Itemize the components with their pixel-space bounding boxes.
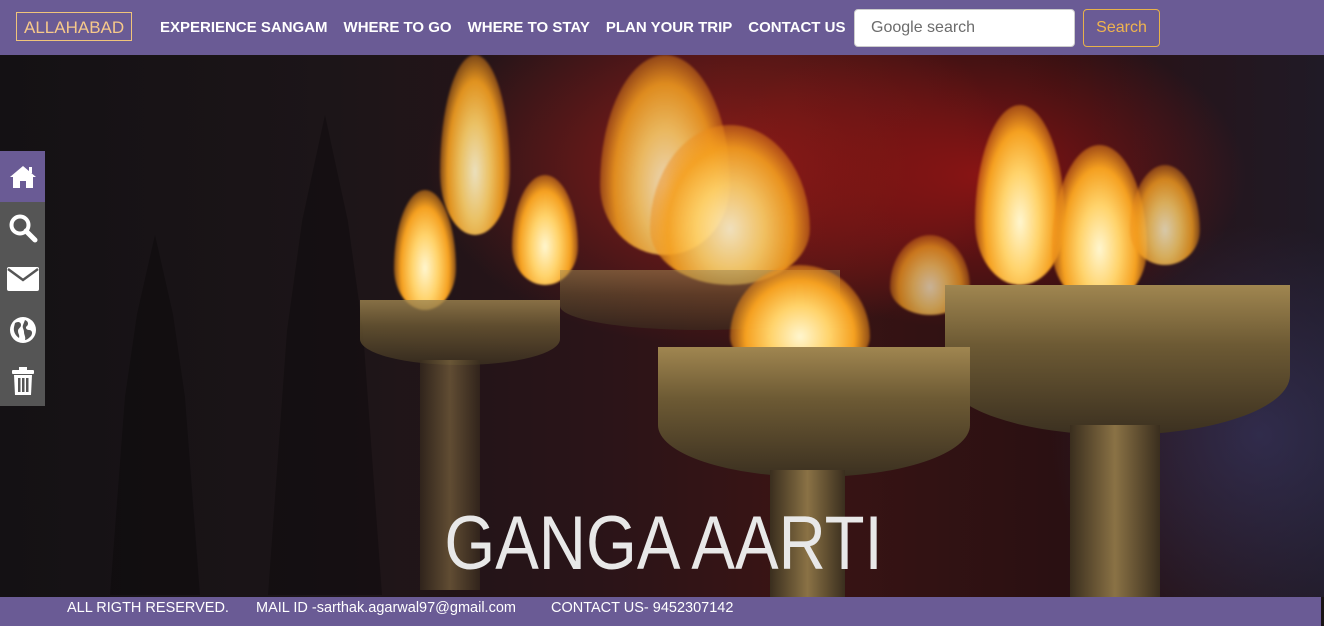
- search-icon: [9, 214, 37, 242]
- footer-rights: ALL RIGTH RESERVED.: [67, 600, 229, 616]
- side-toolbar: [0, 151, 45, 406]
- nav-experience-sangam[interactable]: EXPERIENCE SANGAM: [160, 19, 328, 36]
- trash-icon: [11, 366, 34, 395]
- nav-contact-us[interactable]: CONTACT US: [748, 19, 845, 36]
- brand-logo[interactable]: ALLAHABAD: [16, 12, 133, 41]
- globe-icon: [9, 316, 36, 343]
- footer: ALL RIGTH RESERVED. MAIL ID -sarthak.aga…: [0, 597, 1321, 626]
- nav-plan-your-trip[interactable]: PLAN YOUR TRIP: [606, 19, 732, 36]
- top-navbar: ALLAHABAD EXPERIENCE SANGAM WHERE TO GO …: [0, 0, 1324, 55]
- footer-mail: MAIL ID -sarthak.agarwal97@gmail.com: [256, 600, 516, 616]
- sidebar-item-globe[interactable]: [0, 304, 45, 355]
- footer-contact: CONTACT US- 9452307142: [551, 600, 734, 616]
- mail-icon: [6, 266, 39, 291]
- main-nav: EXPERIENCE SANGAM WHERE TO GO WHERE TO S…: [160, 0, 861, 55]
- hero-title: GANGA AARTI: [444, 501, 883, 586]
- sidebar-item-mail[interactable]: [0, 253, 45, 304]
- sidebar-item-home[interactable]: [0, 151, 45, 202]
- home-icon: [9, 165, 36, 188]
- search-input[interactable]: [854, 9, 1075, 47]
- search-button[interactable]: Search: [1083, 9, 1160, 47]
- nav-where-to-go[interactable]: WHERE TO GO: [344, 19, 452, 36]
- nav-where-to-stay[interactable]: WHERE TO STAY: [468, 19, 590, 36]
- sidebar-item-search[interactable]: [0, 202, 45, 253]
- page: ALLAHABAD EXPERIENCE SANGAM WHERE TO GO …: [0, 0, 1324, 626]
- sidebar-item-trash[interactable]: [0, 355, 45, 406]
